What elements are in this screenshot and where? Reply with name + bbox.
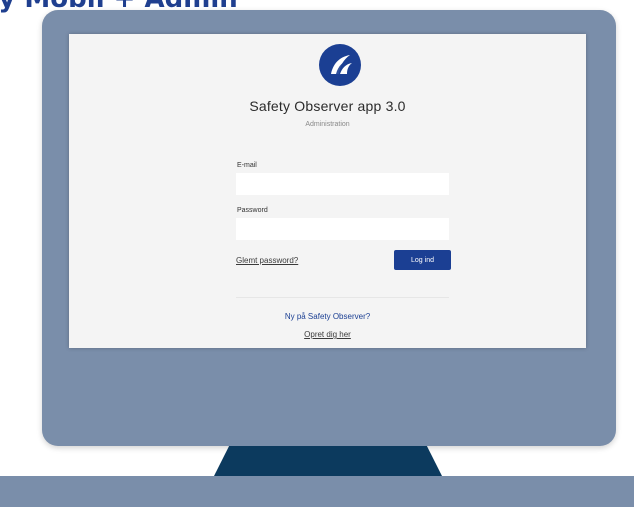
email-label: E-mail: [237, 162, 257, 169]
app-subtitle: Administration: [305, 121, 350, 128]
password-label: Password: [237, 207, 268, 214]
divider: [236, 297, 449, 298]
wing-icon: [331, 55, 352, 74]
login-button[interactable]: Log ind: [394, 250, 451, 270]
monitor-base: [0, 476, 634, 507]
signup-link[interactable]: Opret dig her: [69, 330, 586, 339]
monitor-stand: [213, 446, 443, 478]
signup-prompt: Ny på Safety Observer?: [284, 312, 371, 321]
email-field[interactable]: [236, 173, 449, 195]
app-title: Safety Observer app 3.0: [249, 98, 406, 114]
password-field[interactable]: [236, 218, 449, 240]
safety-observer-logo-icon: [319, 44, 361, 86]
forgot-password-link[interactable]: Glemt password?: [236, 256, 298, 265]
login-screen: Safety Observer app 3.0 Administration E…: [69, 34, 586, 348]
